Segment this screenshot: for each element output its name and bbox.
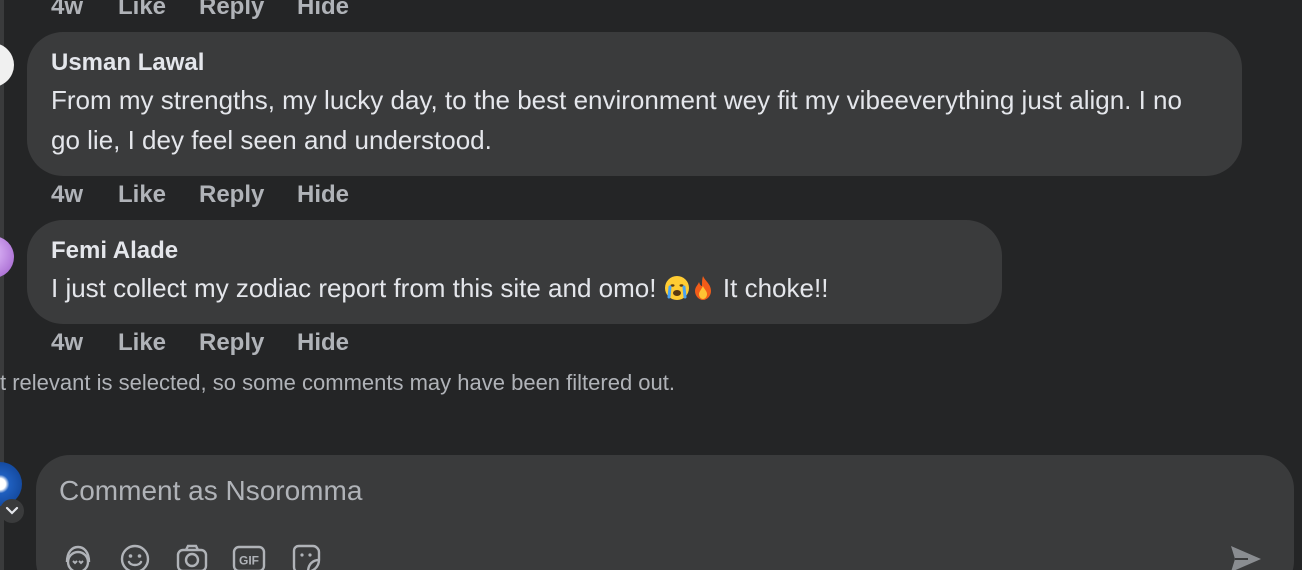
sticker-icon [292,544,321,570]
comments-panel: 4w Like Reply Hide Usman Lawal From my s… [0,0,1302,570]
gif-button[interactable]: GIF [232,542,266,570]
comment-actions: 4w Like Reply Hide [51,328,367,358]
comment-author[interactable]: Femi Alade [51,236,978,266]
camera-button[interactable] [175,542,209,570]
comment-text-part: I just collect my zodiac report from thi… [51,273,657,303]
like-button[interactable]: Like [118,329,199,357]
comment-text: From my strengths, my lucky day, to the … [51,85,1182,155]
comment-author[interactable]: Usman Lawal [51,48,1218,78]
comment-composer[interactable]: Comment as Nsoromma GIF [36,455,1294,570]
comment-text: I just collect my zodiac report from thi… [51,268,978,308]
gif-icon: GIF [232,545,266,570]
avatar-femi-alade[interactable] [0,236,14,278]
comment-actions: 4w Like Reply Hide [51,180,367,210]
hide-button[interactable]: Hide [297,0,367,21]
fire-emoji [694,276,711,300]
hide-button[interactable]: Hide [297,181,367,209]
hide-button[interactable]: Hide [297,329,367,357]
comment-timestamp[interactable]: 4w [51,0,118,21]
send-icon [1231,546,1261,570]
avatar-sticker-icon [65,545,91,570]
avatar-sticker-button[interactable] [61,542,95,570]
comment-actions-previous: 4w Like Reply Hide [51,0,367,22]
like-button[interactable]: Like [118,0,199,21]
comment-bubble: Usman Lawal From my strengths, my lucky … [27,32,1242,176]
reply-button[interactable]: Reply [199,329,297,357]
emoji-icon [120,544,150,570]
avatar-usman-lawal[interactable] [0,43,14,87]
camera-icon [176,544,208,570]
composer-toolbar: GIF [61,542,323,570]
comment-text-part: It choke!! [722,273,829,303]
like-button[interactable]: Like [118,181,199,209]
sticker-button[interactable] [289,542,323,570]
comment-bubble: Femi Alade I just collect my zodiac repo… [27,220,1002,324]
comment-timestamp[interactable]: 4w [51,329,118,357]
reply-button[interactable]: Reply [199,0,297,21]
gif-label: GIF [239,554,259,568]
send-button[interactable] [1228,543,1264,570]
emoji-button[interactable] [118,542,152,570]
crying-face-emoji [664,276,689,300]
filter-notice: t relevant is selected, so some comments… [0,370,675,395]
comment-input[interactable]: Comment as Nsoromma [59,475,362,507]
profile-switch-button[interactable] [0,499,24,523]
chevron-down-icon [5,506,19,515]
reply-button[interactable]: Reply [199,181,297,209]
comment-timestamp[interactable]: 4w [51,181,118,209]
